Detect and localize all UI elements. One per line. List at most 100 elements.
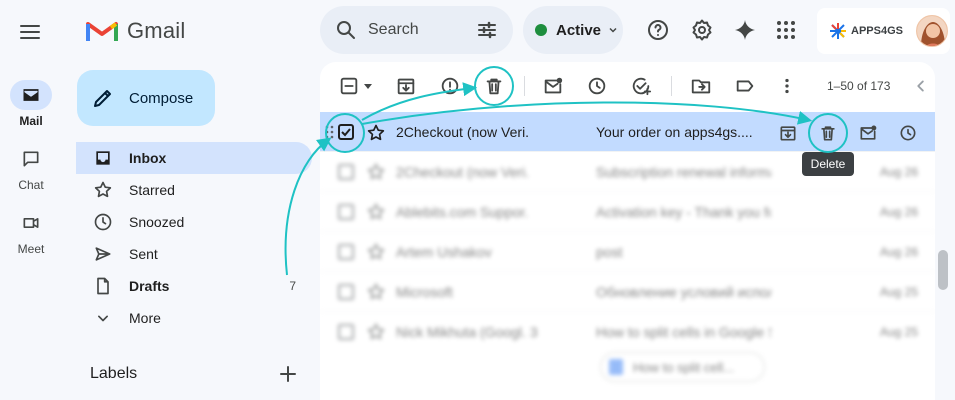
nav-label: Starred [129, 182, 175, 198]
move-to-button[interactable] [690, 75, 712, 97]
checkbox-checked-icon [338, 124, 354, 140]
star-icon[interactable] [366, 162, 386, 182]
add-to-tasks-button[interactable] [630, 75, 652, 97]
send-icon [95, 247, 111, 261]
email-sender: 2Checkout (now Veri. [396, 163, 530, 180]
video-icon [23, 218, 39, 228]
rail-item-label: Chat [18, 178, 44, 192]
labels-button[interactable] [734, 75, 756, 97]
search-options-icon[interactable] [475, 18, 499, 42]
email-sender: Ablebits.com Suppor. [396, 203, 529, 220]
user-photo-icon [916, 16, 947, 46]
list-toolbar: 1–50 of 173 [320, 62, 935, 110]
report-spam-button[interactable] [439, 75, 461, 97]
avatar[interactable] [915, 15, 948, 47]
chat-icon [23, 151, 39, 167]
table-row[interactable]: 2Checkout (now Veri. Your order on apps4… [320, 112, 935, 152]
checkbox-indeterminate-icon [340, 77, 358, 95]
trash-icon [821, 126, 835, 141]
search-bar[interactable]: Search [320, 6, 513, 54]
mark-unread-button[interactable] [542, 75, 564, 97]
nav-item-inbox[interactable]: Inbox [76, 142, 312, 174]
pencil-icon [94, 90, 111, 107]
more-options-button[interactable] [776, 75, 798, 97]
star-icon[interactable] [366, 202, 386, 222]
support-button[interactable] [646, 18, 670, 42]
sparkle-icon [735, 20, 755, 40]
rail-item-mail[interactable]: Mail [0, 80, 62, 128]
email-date: Aug 26 [880, 244, 919, 259]
status-selector[interactable]: Active [523, 6, 623, 54]
email-subject: How to split cells in Google Sheets - [596, 324, 771, 340]
status-label: Active [556, 21, 602, 39]
scrollbar-thumb[interactable] [938, 250, 948, 290]
prev-page-button[interactable] [910, 75, 932, 97]
row-star-button[interactable] [366, 123, 386, 143]
drag-handle-icon[interactable] [325, 124, 335, 140]
row-mark-unread-button[interactable] [858, 123, 878, 143]
drafts-count: 7 [289, 279, 296, 293]
doc-icon [609, 359, 623, 375]
table-row[interactable]: Ablebits.com Suppor. Activation key - Th… [320, 192, 935, 232]
nav-item-drafts[interactable]: Drafts 7 [76, 270, 312, 302]
mail-list-panel: 1–50 of 173 2Checkout (now Veri. Your or… [320, 62, 935, 400]
row-snooze-button[interactable] [898, 123, 918, 143]
plus-icon[interactable] [276, 362, 300, 386]
table-row[interactable]: Artem Ushakov post Aug 26 [320, 232, 935, 272]
row-checkbox[interactable] [338, 324, 354, 340]
row-delete-button[interactable] [818, 123, 838, 143]
row-checkbox[interactable] [338, 163, 354, 180]
email-subject: Activation key - Thank you for ord... [596, 203, 771, 220]
nav-item-snoozed[interactable]: Snoozed [76, 206, 312, 238]
delete-button[interactable] [483, 75, 505, 97]
nav-item-more[interactable]: More [76, 302, 312, 334]
rail-item-chat[interactable]: Chat [0, 144, 62, 192]
apps4gs-logo-icon [830, 23, 846, 39]
main-menu-button[interactable] [18, 20, 42, 44]
delete-tooltip: Delete [802, 152, 854, 176]
gemini-button[interactable] [733, 18, 757, 42]
navigation-rail: Mail Chat Meet [0, 0, 62, 400]
star-icon [367, 124, 385, 141]
compose-button[interactable]: Compose [77, 70, 215, 126]
nav-label: More [129, 310, 161, 326]
email-subject: post [596, 243, 623, 260]
row-checkbox[interactable] [338, 124, 354, 140]
search-input[interactable]: Search [368, 21, 475, 39]
star-icon[interactable] [366, 322, 386, 342]
settings-button[interactable] [690, 18, 714, 42]
row-checkbox[interactable] [338, 203, 354, 220]
nav-item-sent[interactable]: Sent [76, 238, 312, 270]
select-all-checkbox[interactable] [338, 75, 374, 97]
more-vert-icon [785, 78, 789, 94]
snooze-button[interactable] [586, 75, 608, 97]
email-sender: Nick Mikhuta (Googl. 3 [396, 324, 538, 340]
archive-button[interactable] [395, 75, 417, 97]
attachment-chip[interactable]: How to split cell... [600, 352, 765, 382]
rail-item-label: Mail [19, 114, 43, 128]
clock-icon [94, 213, 112, 231]
gmail-m-icon [86, 22, 118, 41]
star-icon[interactable] [366, 242, 386, 262]
apps-button[interactable] [774, 18, 798, 42]
chevron-down-icon [98, 315, 108, 322]
star-icon[interactable] [366, 282, 386, 302]
account-switcher[interactable]: APPS4GS [817, 8, 950, 54]
row-checkbox[interactable] [338, 283, 354, 300]
search-icon [337, 21, 355, 39]
row-checkbox[interactable] [338, 243, 354, 260]
nav-item-starred[interactable]: Starred [76, 174, 312, 206]
label-icon [736, 80, 754, 92]
apps-grid-icon [777, 21, 795, 39]
folder-nav: Inbox Starred Snoozed Sent Drafts 7 More [76, 142, 312, 334]
archive-icon [397, 78, 415, 95]
row-archive-button[interactable] [778, 123, 798, 143]
gmail-logo[interactable]: Gmail [86, 18, 185, 44]
pagination-info: 1–50 of 173 [827, 79, 891, 93]
email-sender: Microsoft [396, 283, 453, 300]
app-title: Gmail [127, 18, 186, 43]
rail-item-meet[interactable]: Meet [0, 208, 62, 256]
table-row[interactable]: Nick Mikhuta (Googl. 3 How to split cell… [320, 312, 935, 352]
email-date: Aug 26 [880, 164, 919, 179]
table-row[interactable]: Microsoft Обновление условий использов..… [320, 272, 935, 312]
